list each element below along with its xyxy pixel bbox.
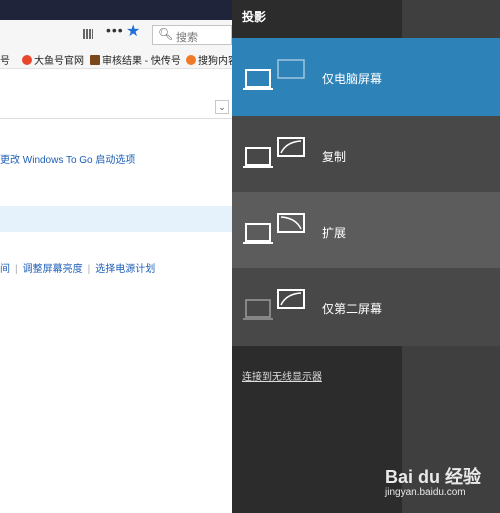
baidu-watermark-logo: Bai du 经验: [385, 467, 482, 487]
option-second-screen-only[interactable]: 仅第二屏幕: [232, 268, 500, 346]
highlight-band: [0, 206, 232, 232]
option-pc-screen-only[interactable]: 仅电脑屏幕: [232, 38, 500, 116]
sogou-icon: [186, 55, 196, 65]
option-label: 仅电脑屏幕: [322, 72, 383, 86]
second-screen-only-icon: [243, 289, 305, 320]
link-item[interactable]: 间: [0, 264, 10, 275]
power-links: 间 | 调整屏幕亮度 | 选择电源计划: [0, 260, 155, 275]
more-menu-button[interactable]: •••: [106, 22, 124, 38]
connect-wireless-display-link[interactable]: 连接到无线显示器: [242, 368, 322, 383]
project-panel: 投影 仅电脑屏幕 复制 扩展 仅第二屏幕 连接到无线显示器: [232, 0, 500, 513]
chevron-down-icon[interactable]: ⌄: [215, 100, 229, 114]
kuaichuan-icon: [90, 55, 100, 65]
bookmarks-bar: 家号 大鱼号官网 审核结果 - 快传号 搜狗内容: [0, 48, 238, 69]
extend-icon: [243, 213, 305, 244]
option-duplicate[interactable]: 复制: [232, 116, 500, 194]
search-icon: 🔍︎: [158, 27, 174, 41]
option-extend[interactable]: 扩展: [232, 192, 500, 270]
divider: |: [87, 264, 91, 275]
bookmark-item[interactable]: 家号: [0, 52, 10, 67]
browser-titlebar: [0, 0, 232, 20]
search-placeholder: 搜索: [176, 32, 198, 44]
bookmark-item[interactable]: 大鱼号官网: [22, 52, 84, 67]
address-row: [0, 98, 232, 119]
option-label: 扩展: [322, 226, 347, 240]
panel-title: 投影: [242, 10, 267, 24]
baidu-watermark-url: jingyan.baidu.com: [385, 487, 466, 498]
divider: |: [15, 264, 18, 275]
bookmark-item[interactable]: 搜狗内容: [186, 52, 238, 67]
duplicate-icon: [243, 137, 305, 168]
option-label: 复制: [322, 150, 347, 164]
link-brightness[interactable]: 调整屏幕亮度: [23, 264, 83, 275]
bookmark-star-icon[interactable]: ★: [126, 21, 140, 41]
link-power-plan[interactable]: 选择电源计划: [95, 264, 155, 275]
bookmark-item[interactable]: 审核结果 - 快传号: [90, 52, 181, 67]
pc-screen-only-icon: [243, 59, 305, 90]
windows-to-go-link[interactable]: 更改 Windows To Go 启动选项: [0, 151, 135, 166]
option-label: 仅第二屏幕: [322, 302, 383, 316]
dayu-icon: [22, 55, 32, 65]
qr-code-icon[interactable]: [83, 29, 93, 39]
